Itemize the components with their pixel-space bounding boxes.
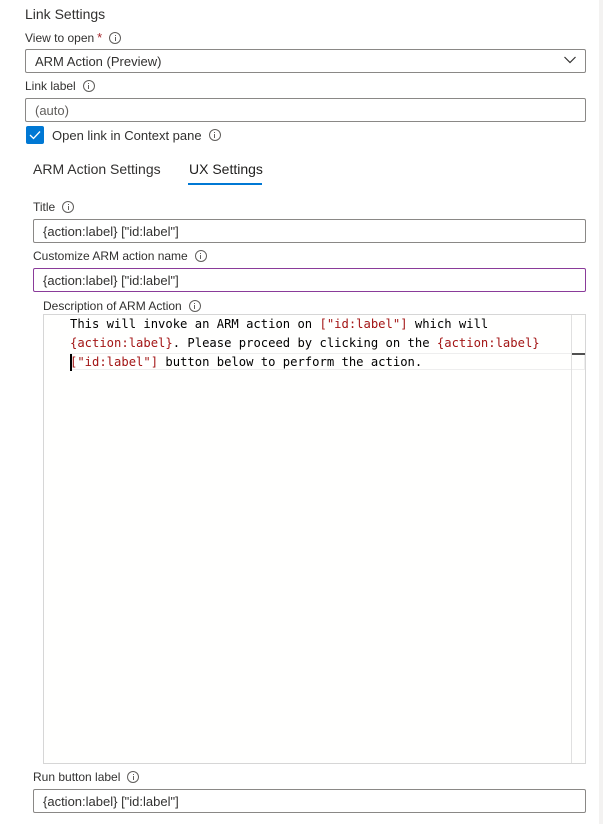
link-label-label: Link label: [25, 79, 95, 93]
code-text: which will: [407, 317, 489, 331]
code-text: button below to perform the action.: [158, 355, 423, 369]
title-value: {action:label} ["id:label"]: [43, 223, 179, 239]
arm-action-name-label: Customize ARM action name: [33, 249, 207, 263]
overview-ruler[interactable]: [571, 315, 572, 763]
link-label-input[interactable]: (auto): [25, 98, 586, 122]
open-in-context-label: Open link in Context pane: [52, 127, 202, 143]
info-icon[interactable]: [127, 771, 140, 783]
run-button-label-label-text: Run button label: [33, 770, 121, 784]
code-text: . Please proceed by clicking on the: [172, 336, 437, 350]
arm-action-name-value: {action:label} ["id:label"]: [43, 272, 179, 288]
section-title: Link Settings: [25, 6, 106, 22]
info-icon[interactable]: [62, 201, 75, 213]
info-icon[interactable]: [82, 80, 95, 92]
arm-action-name-label-text: Customize ARM action name: [33, 249, 188, 263]
title-label: Title: [33, 200, 75, 214]
template-token: {action:label}: [70, 336, 173, 350]
tab-ux-settings[interactable]: UX Settings: [189, 161, 263, 177]
info-icon[interactable]: [194, 250, 207, 262]
open-in-context-checkbox[interactable]: [26, 126, 44, 144]
overview-ruler-cursor-marker: [572, 353, 585, 355]
code-text: This will invoke an ARM action on: [70, 317, 320, 331]
view-to-open-label-text: View to open: [25, 30, 95, 45]
active-tab-indicator: [188, 183, 262, 185]
scrollbar[interactable]: [599, 0, 603, 824]
view-to-open-dropdown[interactable]: ARM Action (Preview): [25, 49, 586, 73]
link-label-label-text: Link label: [25, 79, 76, 93]
run-button-label-value: {action:label} ["id:label"]: [43, 793, 179, 809]
checkmark-icon: [29, 131, 41, 140]
title-label-text: Title: [33, 200, 56, 214]
text-cursor: [70, 354, 72, 371]
editor-line: ["id:label"] button below to perform the…: [70, 353, 422, 372]
editor-line: {action:label}. Please proceed by clicki…: [70, 334, 540, 353]
info-icon[interactable]: [208, 129, 221, 141]
description-label: Description of ARM Action: [43, 299, 201, 313]
view-to-open-value: ARM Action (Preview): [35, 53, 162, 69]
info-icon[interactable]: [188, 300, 201, 312]
template-token: {action:label}: [436, 336, 540, 350]
required-indicator: *: [97, 30, 103, 45]
arm-action-name-input[interactable]: {action:label} ["id:label"]: [33, 268, 586, 292]
template-token: ["id:label"]: [70, 355, 159, 369]
run-button-label-label: Run button label: [33, 770, 140, 784]
link-label-placeholder: (auto): [35, 102, 69, 118]
view-to-open-label: View to open *: [25, 30, 122, 45]
chevron-down-icon: [564, 56, 576, 64]
editor-line: This will invoke an ARM action on ["id:l…: [70, 315, 488, 334]
description-code-editor[interactable]: This will invoke an ARM action on ["id:l…: [43, 314, 586, 764]
template-token: ["id:label"]: [319, 317, 408, 331]
run-button-label-input[interactable]: {action:label} ["id:label"]: [33, 789, 586, 813]
title-input[interactable]: {action:label} ["id:label"]: [33, 219, 586, 243]
tab-arm-action-settings[interactable]: ARM Action Settings: [33, 161, 161, 177]
description-label-text: Description of ARM Action: [43, 299, 182, 313]
open-in-context-checkbox-row[interactable]: Open link in Context pane: [26, 126, 221, 144]
info-icon[interactable]: [109, 31, 122, 44]
